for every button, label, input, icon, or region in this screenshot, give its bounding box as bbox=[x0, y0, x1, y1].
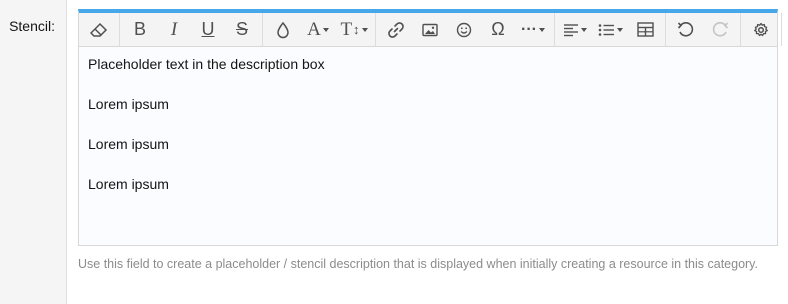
field-help-text: Use this field to create a placeholder /… bbox=[78, 257, 758, 271]
align-left-icon bbox=[563, 23, 579, 37]
redo-icon bbox=[711, 21, 729, 38]
stencil-label: Stencil: bbox=[9, 18, 55, 34]
italic-button[interactable]: I bbox=[157, 16, 191, 44]
font-size-icon: T bbox=[340, 18, 353, 40]
insert-table-button[interactable] bbox=[628, 16, 662, 44]
chevron-down-icon bbox=[581, 27, 587, 32]
toolbar-group-paragraph bbox=[555, 13, 666, 46]
strikethrough-icon: S bbox=[235, 19, 248, 39]
settings-button[interactable] bbox=[744, 16, 778, 44]
italic-icon: I bbox=[170, 18, 178, 40]
align-button[interactable] bbox=[558, 16, 592, 44]
insert-image-button[interactable] bbox=[413, 16, 447, 44]
clear-formatting-button[interactable] bbox=[82, 16, 116, 44]
toolbar-group-clear bbox=[79, 13, 120, 46]
toolbar-group-history bbox=[666, 13, 741, 46]
chevron-down-icon bbox=[616, 27, 623, 32]
table-icon bbox=[636, 22, 654, 37]
insert-smiley-button[interactable] bbox=[447, 16, 481, 44]
font-size-button[interactable]: T ↕ bbox=[336, 16, 372, 44]
chevron-down-icon bbox=[538, 27, 545, 32]
bold-button[interactable]: B bbox=[123, 16, 157, 44]
underline-button[interactable]: U bbox=[191, 16, 225, 44]
toolbar-group-font: A T ↕ bbox=[263, 13, 376, 46]
list-button[interactable] bbox=[592, 16, 628, 44]
rich-text-editor: B I U S A T ↕ Ω ··· Placeholder text in … bbox=[78, 9, 782, 246]
content-paragraph: Lorem ipsum bbox=[88, 96, 169, 112]
redo-button[interactable] bbox=[703, 16, 737, 44]
special-characters-button[interactable]: Ω bbox=[481, 16, 515, 44]
bold-icon: B bbox=[133, 19, 146, 39]
gear-icon bbox=[753, 22, 769, 38]
link-icon bbox=[387, 21, 405, 39]
omega-icon: Ω bbox=[491, 19, 505, 39]
text-color-button[interactable] bbox=[266, 16, 300, 44]
more-options-button[interactable]: ··· bbox=[515, 16, 551, 44]
toolbar-group-insert: Ω ··· bbox=[376, 13, 555, 46]
chevron-down-icon bbox=[361, 27, 368, 32]
content-paragraph: Lorem ipsum bbox=[88, 136, 169, 152]
underline-icon: U bbox=[201, 19, 215, 39]
strikethrough-button[interactable]: S bbox=[225, 16, 259, 44]
content-paragraph: Placeholder text in the description box bbox=[88, 56, 325, 72]
insert-link-button[interactable] bbox=[379, 16, 413, 44]
content-paragraph: Lorem ipsum bbox=[88, 176, 169, 192]
undo-icon bbox=[677, 21, 695, 38]
toolbar-group-settings bbox=[741, 13, 782, 46]
form-label-column: Stencil: bbox=[0, 0, 67, 304]
size-arrows-icon: ↕ bbox=[353, 21, 360, 37]
font-family-icon: A bbox=[307, 18, 321, 40]
editor-toolbar: B I U S A T ↕ Ω ··· bbox=[79, 13, 782, 47]
editor-content-area[interactable]: Placeholder text in the description box … bbox=[79, 47, 777, 245]
font-family-button[interactable]: A bbox=[300, 16, 336, 44]
ellipsis-icon: ··· bbox=[521, 20, 537, 38]
eraser-icon bbox=[90, 22, 108, 38]
droplet-icon bbox=[276, 21, 290, 39]
smiley-icon bbox=[456, 22, 472, 38]
undo-button[interactable] bbox=[669, 16, 703, 44]
chevron-down-icon bbox=[322, 27, 329, 32]
toolbar-group-text-style: B I U S bbox=[120, 13, 263, 46]
list-icon bbox=[598, 23, 615, 37]
image-icon bbox=[422, 23, 438, 37]
